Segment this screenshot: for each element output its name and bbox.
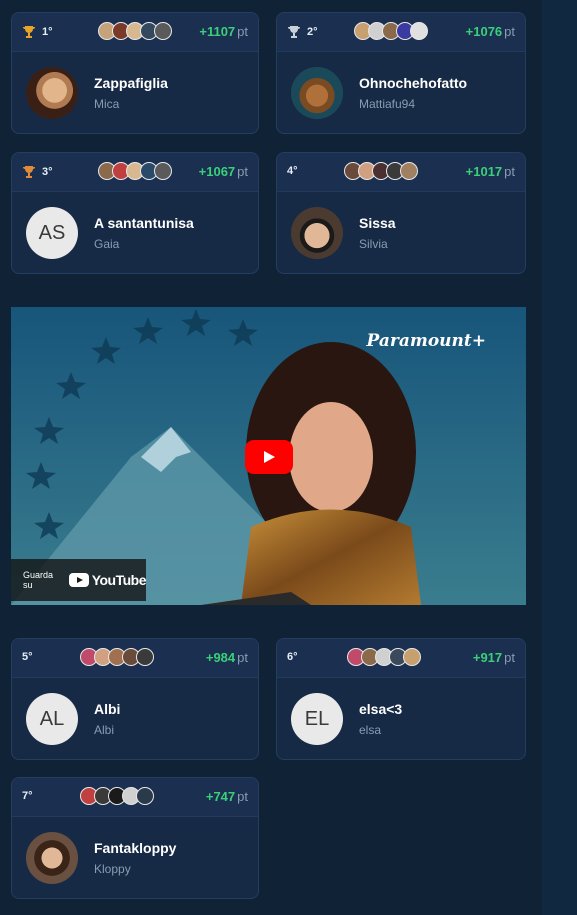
rank: 7° <box>22 790 33 802</box>
points-value: +1067 <box>198 164 236 179</box>
trophy-bronze-icon <box>23 166 35 178</box>
display-name: Zappafiglia <box>94 75 168 91</box>
points: +1067 pt <box>199 164 248 179</box>
rank: 5° <box>22 651 33 663</box>
leaderboard-area: 1° +1107 pt Zappafiglia Mica 2° +1076 pt… <box>0 0 542 915</box>
watch-on-youtube-button[interactable]: Guarda su YouTube <box>11 559 147 601</box>
points: +984 pt <box>206 650 248 665</box>
points-unit: pt <box>504 24 515 39</box>
card-header: 2° +1076 pt <box>277 13 525 52</box>
username: Mattiafu94 <box>359 97 416 111</box>
points: +1076 pt <box>466 24 515 39</box>
points-value: +1107 <box>199 24 236 39</box>
member-avatars <box>80 648 154 666</box>
display-name: Ohnochehofatto <box>359 75 468 91</box>
paramount-logo: Paramount+ <box>366 331 486 351</box>
card-header: 5° +984 pt <box>12 639 258 678</box>
member-avatar <box>403 648 421 666</box>
card-header: 4° +1017 pt <box>277 153 525 192</box>
card-body: Ohnochehofatto Mattiafu94 <box>277 52 525 133</box>
points-unit: pt <box>237 789 248 804</box>
member-avatar <box>136 648 154 666</box>
points-unit: pt <box>504 650 515 665</box>
youtube-logo: YouTube <box>68 572 147 588</box>
points-unit: pt <box>237 650 248 665</box>
play-button[interactable] <box>245 440 293 474</box>
points-unit: pt <box>237 24 248 39</box>
member-avatars <box>80 787 154 805</box>
points-value: +1017 <box>465 164 503 179</box>
card-body: Sissa Silvia <box>277 192 525 273</box>
member-avatars <box>347 648 421 666</box>
watch-on-label: Guarda su <box>23 570 54 590</box>
points-unit: pt <box>237 164 248 179</box>
side-panel <box>542 0 577 915</box>
member-avatars <box>344 162 418 180</box>
username: elsa <box>359 723 382 737</box>
points: +747 pt <box>206 789 248 804</box>
member-avatars <box>354 22 428 40</box>
display-name: elsa<3 <box>359 701 403 717</box>
member-avatar <box>400 162 418 180</box>
display-name: Albi <box>94 701 121 717</box>
trophy-silver-icon <box>288 26 300 38</box>
member-avatar <box>154 22 172 40</box>
avatar <box>26 67 78 119</box>
points-value: +917 <box>472 650 503 665</box>
leaderboard-card-3[interactable]: 3° +1067 pt AS A santantunisa Gaia <box>11 152 259 274</box>
username: Kloppy <box>94 862 131 876</box>
card-body: Zappafiglia Mica <box>12 52 258 133</box>
username: Mica <box>94 97 120 111</box>
points: +1017 pt <box>466 164 515 179</box>
member-avatars <box>98 162 172 180</box>
avatar-initials: AS <box>26 207 78 259</box>
points-value: +984 <box>205 650 236 665</box>
avatar-initials: AL <box>26 693 78 745</box>
leaderboard-card-7[interactable]: 7° +747 pt Fantakloppy Kloppy <box>11 777 259 899</box>
leaderboard-card-1[interactable]: 1° +1107 pt Zappafiglia Mica <box>11 12 259 134</box>
avatar-initials: EL <box>291 693 343 745</box>
username: Gaia <box>94 237 120 251</box>
play-icon <box>264 451 275 463</box>
card-header: 7° +747 pt <box>12 778 258 817</box>
rank: 2° <box>287 25 318 39</box>
card-body: Fantakloppy Kloppy <box>12 817 258 898</box>
member-avatar <box>136 787 154 805</box>
card-body: EL elsa<3 elsa <box>277 678 525 759</box>
leaderboard-card-2[interactable]: 2° +1076 pt Ohnochehofatto Mattiafu94 <box>276 12 526 134</box>
card-body: AS A santantunisa Gaia <box>12 192 258 273</box>
display-name: A santantunisa <box>94 215 194 231</box>
points-value: +747 <box>205 789 236 804</box>
leaderboard-card-5[interactable]: 5° +984 pt AL Albi Albi <box>11 638 259 760</box>
points: +917 pt <box>473 650 515 665</box>
username: Silvia <box>359 237 388 251</box>
points-unit: pt <box>504 164 515 179</box>
trophy-gold-icon <box>23 26 35 38</box>
rank: 4° <box>287 165 298 177</box>
youtube-video-embed[interactable]: Paramount+ Guarda su YouTube <box>11 307 526 605</box>
leaderboard-card-6[interactable]: 6° +917 pt EL elsa<3 elsa <box>276 638 526 760</box>
card-header: 1° +1107 pt <box>12 13 258 52</box>
avatar <box>26 832 78 884</box>
avatar <box>291 67 343 119</box>
avatar <box>291 207 343 259</box>
username: Albi <box>94 723 115 737</box>
card-header: 3° +1067 pt <box>12 153 258 192</box>
display-name: Fantakloppy <box>94 840 177 856</box>
points: +1107 pt <box>199 24 248 39</box>
youtube-play-icon <box>68 573 89 587</box>
member-avatar <box>410 22 428 40</box>
member-avatar <box>154 162 172 180</box>
rank: 1° <box>22 25 53 39</box>
rank: 3° <box>22 165 53 179</box>
card-body: AL Albi Albi <box>12 678 258 759</box>
display-name: Sissa <box>359 215 396 231</box>
rank: 6° <box>287 651 298 663</box>
points-value: +1076 <box>465 24 503 39</box>
card-header: 6° +917 pt <box>277 639 525 678</box>
member-avatars <box>98 22 172 40</box>
leaderboard-card-4[interactable]: 4° +1017 pt Sissa Silvia <box>276 152 526 274</box>
